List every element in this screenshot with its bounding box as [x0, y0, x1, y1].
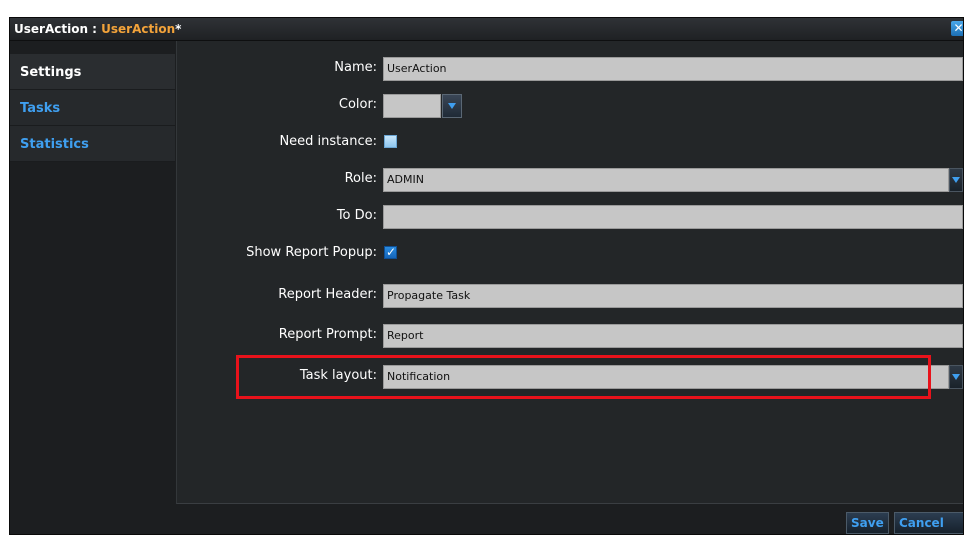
- title-modified-marker: *: [175, 22, 182, 36]
- report-prompt-label: Report Prompt:: [278, 327, 377, 342]
- window-title: UserAction : UserAction*: [14, 22, 181, 36]
- role-select[interactable]: ADMIN: [383, 168, 949, 192]
- sidebar-item-settings[interactable]: Settings: [10, 54, 175, 90]
- title-prefix: UserAction :: [14, 22, 102, 36]
- show-report-popup-checkbox[interactable]: ✓: [384, 245, 397, 259]
- title-name: UserAction: [101, 22, 176, 36]
- name-label: Name:: [334, 60, 377, 75]
- chevron-down-icon[interactable]: [442, 94, 462, 118]
- task-layout-label: Task layout:: [299, 368, 377, 383]
- close-icon[interactable]: ✕: [951, 21, 963, 36]
- report-prompt-input[interactable]: Report: [383, 324, 963, 348]
- title-bar: UserAction : UserAction* ✕: [10, 18, 963, 41]
- chevron-down-icon[interactable]: [949, 365, 963, 389]
- name-input[interactable]: UserAction: [383, 57, 963, 81]
- name-row: Name: UserAction: [177, 57, 963, 81]
- color-row: Color:: [177, 94, 963, 118]
- color-swatch[interactable]: [383, 94, 441, 118]
- sidebar-item-tasks[interactable]: Tasks: [10, 90, 175, 126]
- todo-row: To Do:: [177, 205, 963, 229]
- report-header-input[interactable]: Propagate Task: [383, 284, 963, 308]
- show-report-popup-row: Show Report Popup: ✓: [177, 242, 963, 266]
- checkmark-icon: ✓: [386, 245, 397, 259]
- color-label: Color:: [338, 97, 377, 112]
- show-report-popup-label: Show Report Popup:: [246, 245, 377, 260]
- user-action-dialog: UserAction : UserAction* ✕ Settings Task…: [9, 17, 964, 535]
- save-button[interactable]: Save: [846, 512, 889, 534]
- settings-panel: Name: UserAction Color: Need instance: R…: [176, 41, 963, 504]
- sidebar-item-statistics[interactable]: Statistics: [10, 126, 175, 162]
- todo-input[interactable]: [383, 205, 963, 229]
- report-prompt-row: Report Prompt: Report: [177, 324, 963, 348]
- sidebar: Settings Tasks Statistics: [10, 54, 175, 162]
- need-instance-checkbox[interactable]: [384, 135, 397, 148]
- task-layout-select[interactable]: Notification: [383, 365, 949, 389]
- chevron-down-icon[interactable]: [949, 168, 963, 192]
- role-label: Role:: [344, 171, 377, 186]
- todo-label: To Do:: [336, 208, 377, 223]
- need-instance-row: Need instance:: [177, 131, 963, 155]
- need-instance-label: Need instance:: [279, 134, 377, 149]
- report-header-row: Report Header: Propagate Task: [177, 284, 963, 308]
- task-layout-row: Task layout: Notification: [177, 365, 963, 389]
- cancel-button[interactable]: Cancel: [894, 512, 963, 534]
- report-header-label: Report Header:: [278, 287, 377, 302]
- role-row: Role: ADMIN: [177, 168, 963, 192]
